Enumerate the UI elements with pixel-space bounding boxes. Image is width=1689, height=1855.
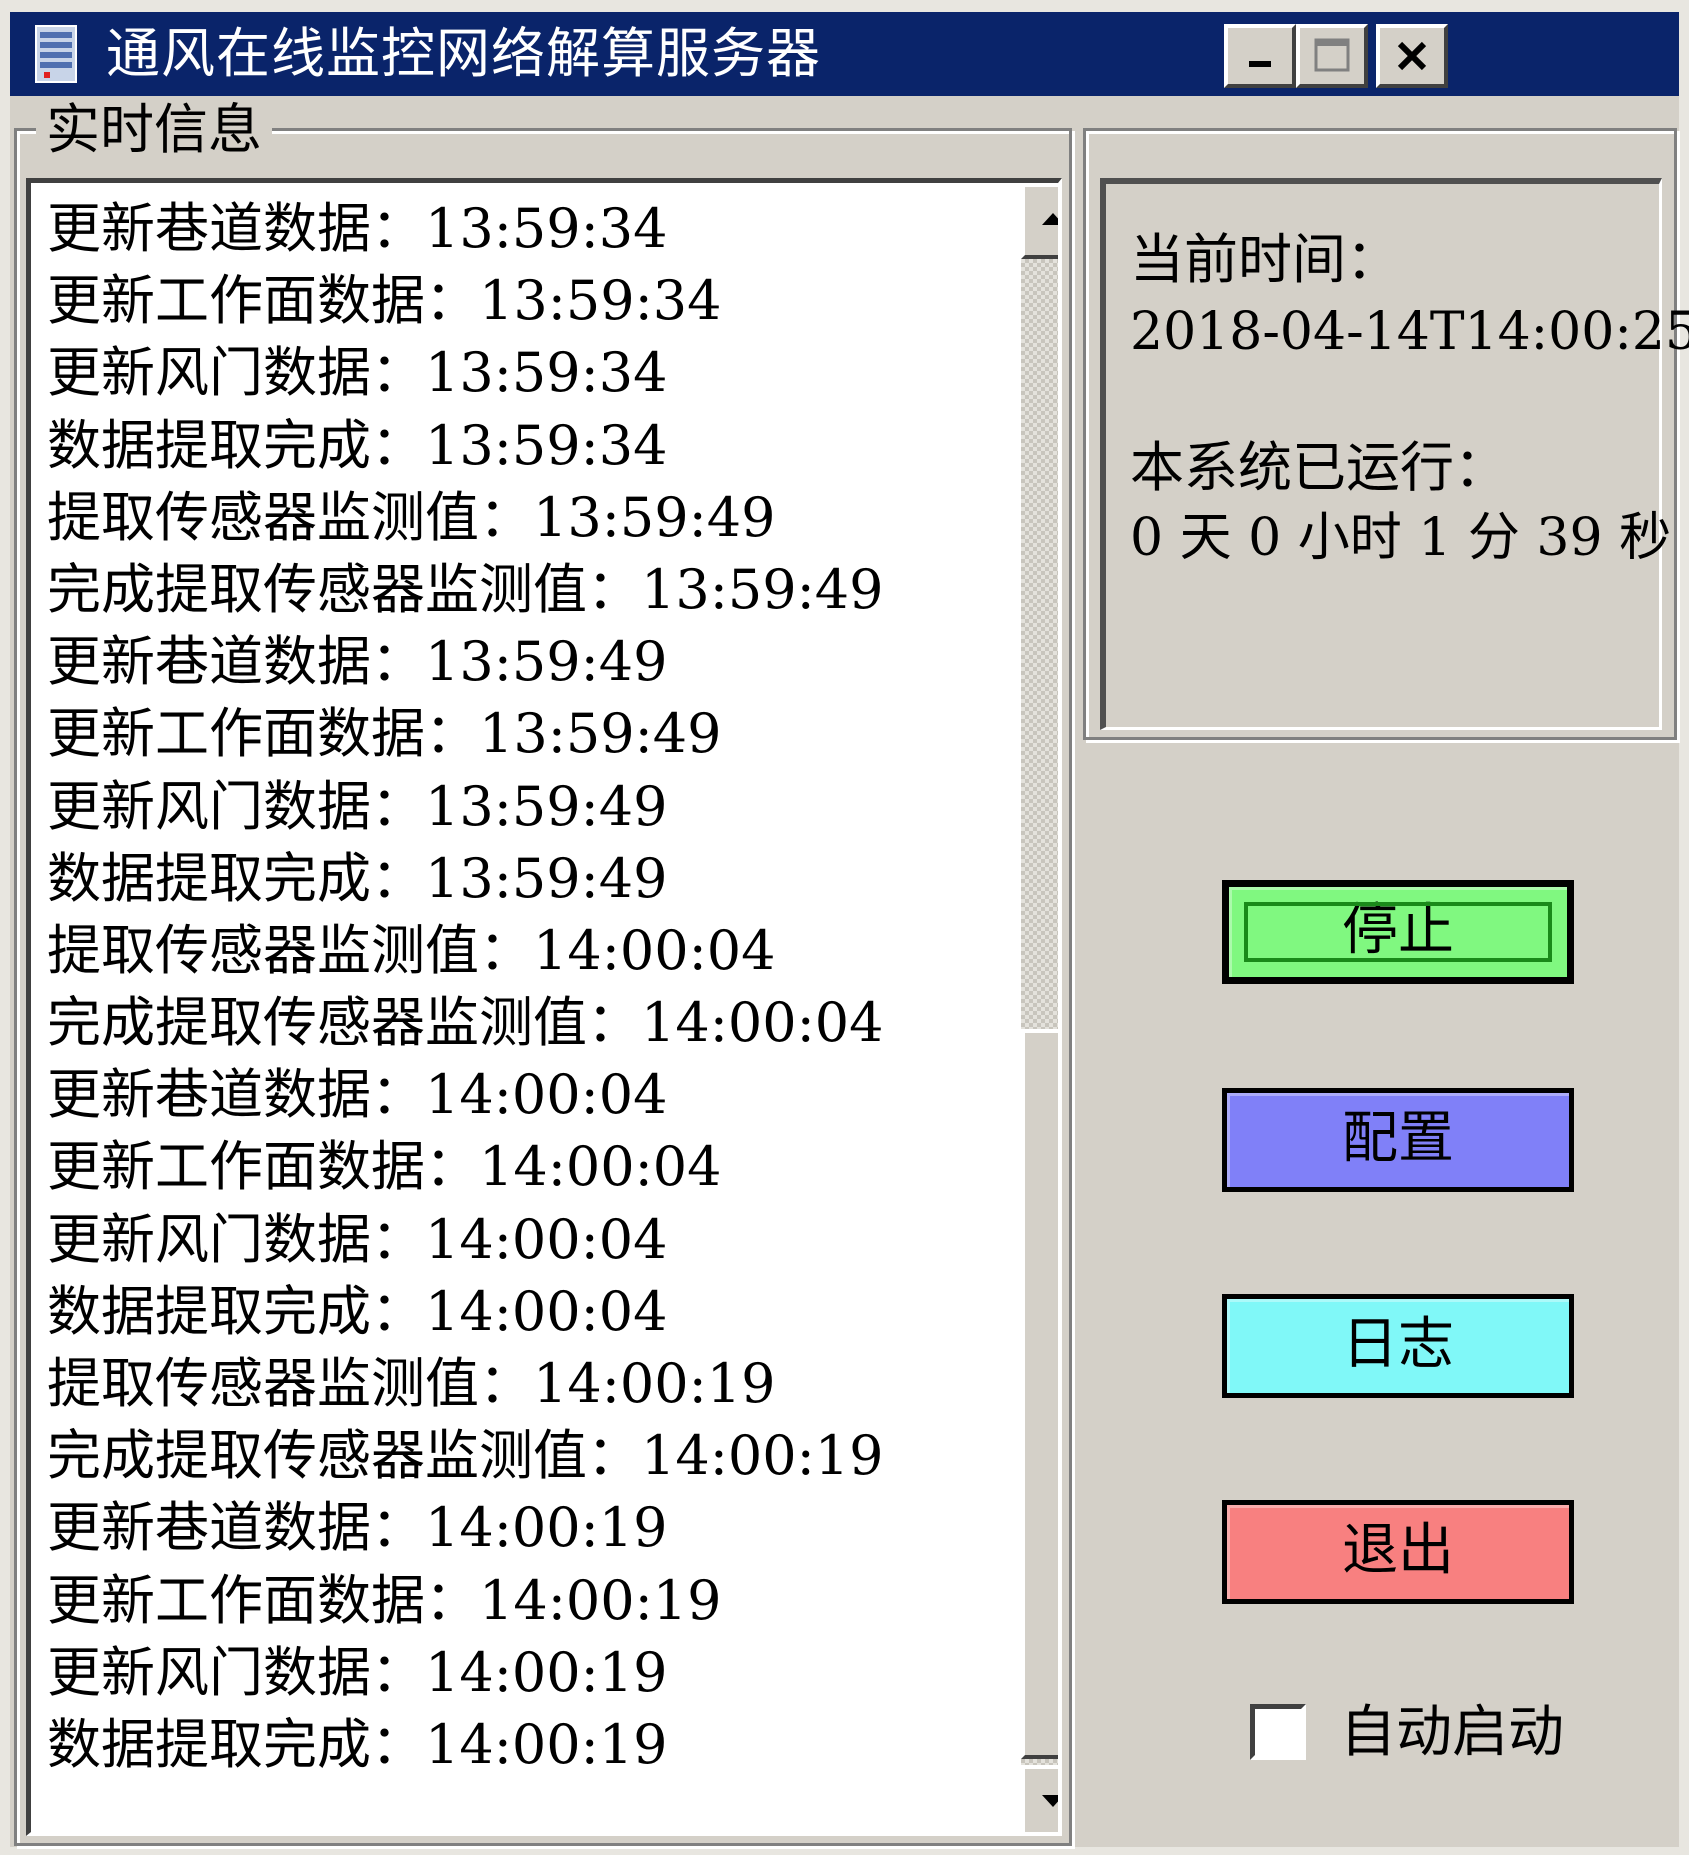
config-button[interactable]: 配置 [1222,1088,1574,1192]
scroll-thumb[interactable] [1021,1029,1058,1759]
log-button[interactable]: 日志 [1222,1294,1574,1398]
log-line: 更新风门数据：14:00:19 [47,1640,668,1704]
minimize-icon [1245,41,1275,71]
log-line: 更新巷道数据：13:59:34 [47,197,668,260]
uptime-label: 本系统已运行： [1130,436,1508,499]
log-line: 完成提取传感器监测值：13:59:49 [47,557,884,621]
log-line: 更新风门数据：14:00:04 [47,1207,668,1271]
minimize-button[interactable] [1224,24,1296,88]
log-line: 更新巷道数据：13:59:49 [47,630,668,694]
log-line: 提取传感器监测值：14:00:19 [47,1352,776,1415]
window-title: 通风在线监控网络解算服务器 [106,22,821,85]
autostart-label[interactable]: 自动启动 [1340,1700,1564,1766]
vertical-scrollbar[interactable] [1021,183,1058,1832]
scroll-down-button[interactable] [1021,1765,1058,1832]
maximize-button[interactable] [1296,24,1368,88]
log-lines: 更新巷道数据：13:59:34 更新工作面数据：13:59:34 更新风门数据：13… [47,193,884,1781]
log-line: 更新工作面数据：14:00:19 [47,1568,722,1632]
title-bar[interactable]: 通风在线监控网络解算服务器 [10,12,1679,96]
log-line: 更新工作面数据：13:59:34 [47,269,722,333]
arrow-down-icon [1040,1793,1058,1813]
log-line: 数据提取完成：13:59:34 [47,413,668,477]
arrow-up-icon [1040,211,1058,231]
log-line: 更新工作面数据：13:59:49 [47,702,722,766]
log-line: 更新巷道数据：14:00:04 [47,1063,668,1127]
log-line: 数据提取完成：13:59:49 [47,846,668,910]
realtime-caption: 实时信息 [36,98,272,162]
log-line: 数据提取完成：14:00:19 [47,1712,668,1776]
uptime-value: 0 天 0 小时 1 分 39 秒 [1130,508,1672,568]
log-line: 数据提取完成：14:00:04 [47,1279,668,1343]
log-line: 提取传感器监测值：13:59:49 [47,485,776,549]
log-line: 更新风门数据：13:59:34 [47,341,668,405]
log-line: 提取传感器监测值：14:00:04 [47,918,776,982]
log-line: 更新巷道数据：14:00:19 [47,1496,668,1560]
current-time-label: 当前时间： [1130,228,1400,291]
close-icon [1395,39,1429,73]
server-icon [34,24,78,84]
maximize-icon [1313,37,1351,75]
log-line: 更新风门数据：13:59:49 [47,774,668,838]
autostart-checkbox[interactable] [1250,1704,1306,1760]
log-line: 完成提取传感器监测值：14:00:04 [47,991,884,1055]
current-time-value: 2018-04-14T14:00:25 [1130,302,1689,362]
exit-button[interactable]: 退出 [1222,1500,1574,1604]
log-listbox[interactable]: 更新巷道数据：13:59:34 更新工作面数据：13:59:34 更新风门数据：13… [26,178,1062,1836]
scroll-up-button[interactable] [1021,183,1058,259]
log-line: 更新工作面数据：14:00:04 [47,1135,722,1199]
stop-button[interactable]: 停止 [1222,880,1574,984]
log-line: 完成提取传感器监测值：14:00:19 [47,1424,884,1488]
close-button[interactable] [1376,24,1448,88]
